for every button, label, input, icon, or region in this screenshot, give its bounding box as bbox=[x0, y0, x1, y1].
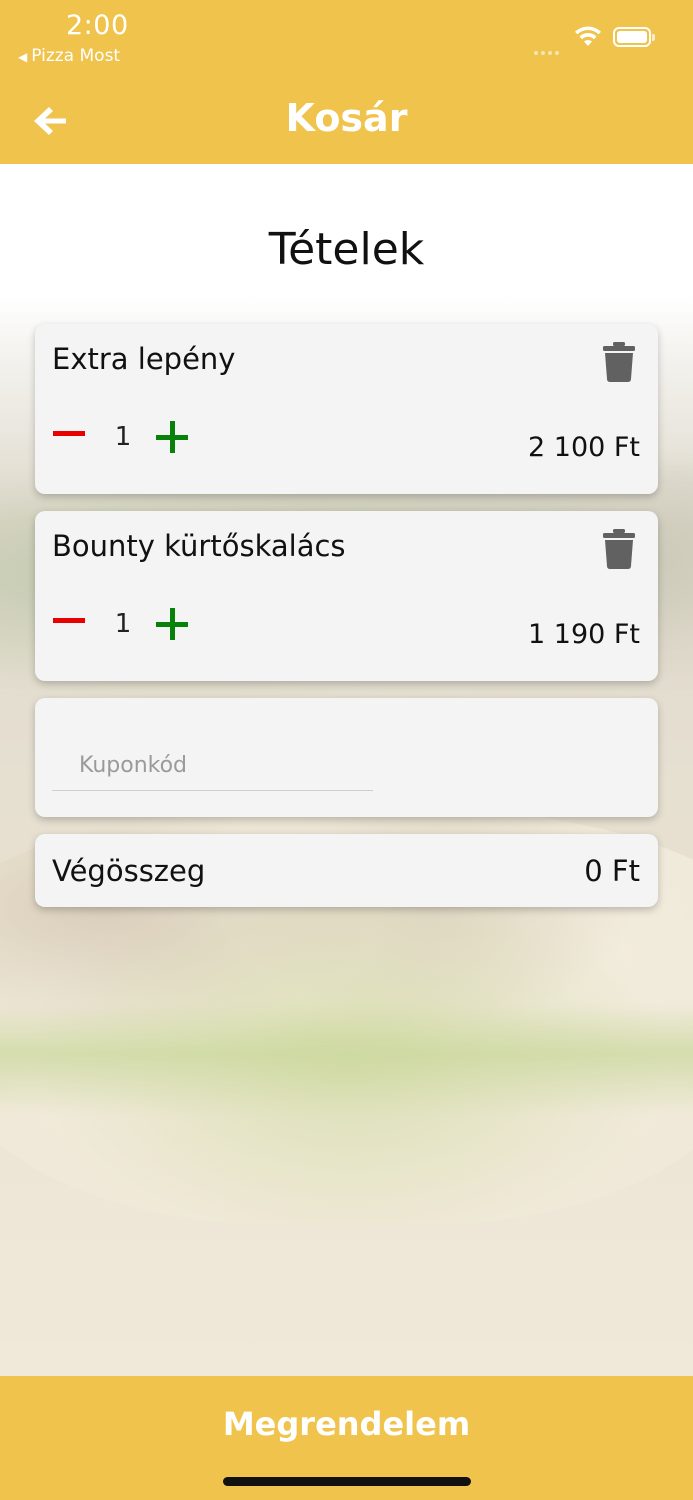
cart-item-card: Bounty kürtőskalács 1 1 190 Ft bbox=[35, 511, 658, 681]
increase-quantity-button[interactable] bbox=[153, 605, 193, 645]
delete-item-button[interactable] bbox=[602, 529, 636, 569]
delete-item-button[interactable] bbox=[602, 342, 636, 382]
decrease-quantity-button[interactable] bbox=[51, 419, 89, 449]
total-card: Végösszeg 0 Ft bbox=[35, 834, 658, 907]
total-value: 0 Ft bbox=[584, 854, 640, 888]
item-price: 2 100 Ft bbox=[528, 432, 640, 463]
item-quantity: 1 bbox=[114, 609, 132, 639]
status-time: 2:00 bbox=[66, 10, 129, 41]
item-quantity: 1 bbox=[114, 422, 132, 452]
coupon-code-input[interactable] bbox=[52, 740, 373, 791]
app-header: 2:00 ◀ Pizza Most Kosár bbox=[0, 0, 693, 164]
page-title: Kosár bbox=[285, 96, 408, 140]
item-price: 1 190 Ft bbox=[528, 619, 640, 650]
battery-icon bbox=[613, 27, 655, 47]
back-triangle-icon: ◀ bbox=[18, 50, 28, 64]
place-order-button[interactable]: Megrendelem bbox=[0, 1376, 693, 1472]
trash-icon bbox=[603, 529, 635, 569]
wifi-icon bbox=[575, 26, 601, 46]
decrease-quantity-button[interactable] bbox=[51, 606, 89, 636]
status-back-to-app[interactable]: ◀ Pizza Most bbox=[18, 46, 120, 66]
cellular-signal-icon bbox=[534, 40, 562, 59]
increase-quantity-button[interactable] bbox=[153, 418, 193, 458]
trash-icon bbox=[603, 342, 635, 382]
cart-item-name: Bounty kürtőskalács bbox=[52, 529, 346, 563]
home-indicator[interactable] bbox=[223, 1477, 471, 1486]
section-title-items: Tételek bbox=[268, 224, 425, 275]
coupon-card bbox=[35, 698, 658, 817]
footer-bar: Megrendelem bbox=[0, 1376, 693, 1500]
cart-item-name: Extra lepény bbox=[52, 342, 236, 376]
cart-item-card: Extra lepény 1 2 100 Ft bbox=[35, 324, 658, 494]
total-label: Végösszeg bbox=[52, 854, 206, 888]
status-back-app-label: Pizza Most bbox=[31, 46, 121, 66]
